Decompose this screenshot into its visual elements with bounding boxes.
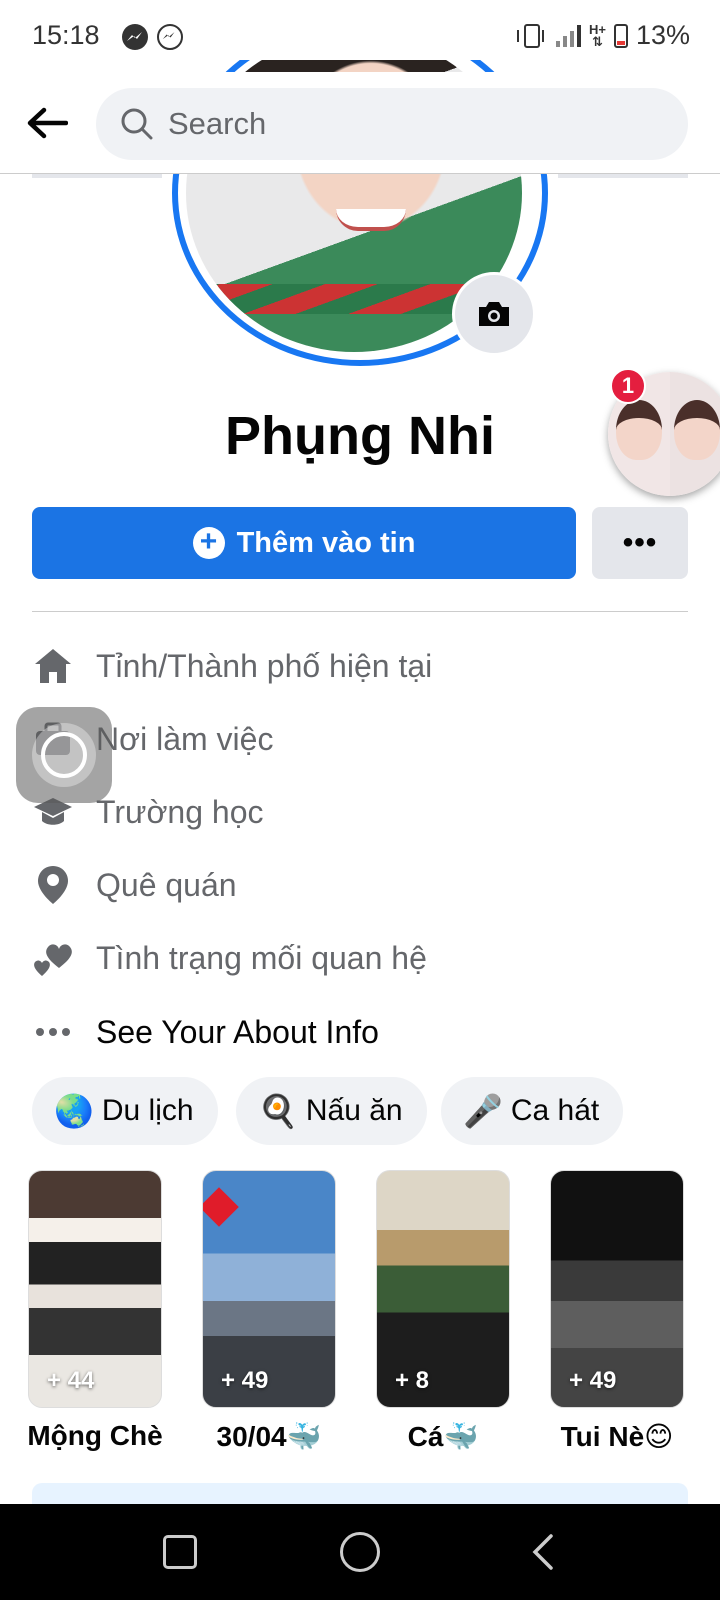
system-back-button[interactable]	[525, 1532, 565, 1572]
info-item-workplace[interactable]: Nơi làm việc	[32, 709, 688, 769]
hearts-icon	[32, 937, 74, 979]
info-item-label: Tỉnh/Thành phố hiện tại	[96, 647, 433, 684]
network-type: H+ ⇅	[588, 21, 606, 49]
signal-icon	[555, 24, 581, 47]
plus-circle-icon: +	[192, 527, 225, 559]
highlight-thumbnail: + 8	[376, 1170, 510, 1408]
highlight-item[interactable]: + 8 Cá🐳	[376, 1170, 510, 1452]
info-item-label: Tình trạng mối quan hệ	[96, 939, 427, 976]
messenger-outline-icon	[157, 24, 183, 50]
battery-icon	[613, 23, 628, 48]
highlight-title: 30/04🐳	[216, 1421, 322, 1452]
heart-sticker	[203, 1187, 239, 1227]
frying-pan-icon: 🍳	[258, 1093, 298, 1129]
highlight-item[interactable]: + 49 Tui Nè😊	[550, 1170, 684, 1452]
hobby-chip-singing[interactable]: 🎤 Ca hát	[441, 1077, 624, 1145]
search-placeholder: Search	[168, 106, 267, 141]
info-item-label: See Your About Info	[96, 1013, 379, 1050]
info-item-school[interactable]: Trường học	[32, 782, 688, 842]
highlight-count: + 8	[395, 1367, 430, 1394]
highlight-count: + 49	[221, 1367, 269, 1394]
status-time: 15:18	[32, 20, 100, 50]
info-item-label: Quê quán	[96, 866, 237, 903]
highlight-count: + 49	[569, 1367, 617, 1394]
vibrate-icon	[516, 23, 544, 48]
back-button[interactable]	[24, 100, 70, 146]
hobby-label: Nấu ăn	[305, 1094, 403, 1127]
assistive-touch-button[interactable]	[16, 707, 112, 803]
hobby-chip-travel[interactable]: 🌏 Du lịch	[32, 1077, 218, 1145]
highlight-thumbnail: + 44	[28, 1170, 162, 1408]
back-arrow-icon	[27, 107, 68, 139]
highlight-item[interactable]: + 49 30/04🐳	[202, 1170, 336, 1452]
messenger-icon	[122, 24, 148, 50]
add-to-story-button[interactable]: + Thêm vào tin	[32, 507, 576, 579]
chat-head-face	[674, 400, 720, 460]
info-item-relationship[interactable]: Tình trạng mối quan hệ	[32, 928, 688, 988]
chat-head-face	[616, 400, 662, 460]
search-icon	[121, 108, 153, 140]
more-dots-icon	[32, 1011, 74, 1053]
highlight-thumbnail: + 49	[202, 1170, 336, 1408]
chevron-left-icon	[532, 1534, 553, 1570]
camera-icon	[479, 302, 509, 326]
hobby-label: Du lịch	[101, 1094, 194, 1127]
location-pin-icon	[32, 864, 74, 906]
recent-apps-button[interactable]	[163, 1535, 197, 1569]
divider	[32, 611, 688, 612]
globe-icon: 🌏	[54, 1093, 94, 1129]
highlight-title: Tui Nè😊	[560, 1421, 674, 1452]
highlight-title: Mộng Chè	[27, 1420, 163, 1451]
hobby-label: Ca hát	[510, 1094, 600, 1127]
more-options-button[interactable]: •••	[592, 507, 688, 579]
hobby-chip-cooking[interactable]: 🍳 Nấu ăn	[236, 1077, 427, 1145]
system-navigation-bar	[0, 1504, 720, 1600]
status-indicators: H+ ⇅ 13%	[516, 20, 690, 51]
highlight-item[interactable]: + 44 Mộng Chè	[27, 1170, 163, 1451]
home-button[interactable]	[340, 1532, 380, 1572]
highlight-title: Cá🐳	[407, 1421, 479, 1452]
add-to-story-label: Thêm vào tin	[236, 526, 416, 559]
microphone-icon: 🎤	[463, 1093, 503, 1129]
change-avatar-camera-button[interactable]	[452, 272, 536, 356]
battery-percent: 13%	[635, 20, 690, 50]
top-bar: Search	[0, 72, 720, 174]
info-item-current-city[interactable]: Tỉnh/Thành phố hiện tại	[32, 636, 688, 696]
see-about-info-link[interactable]: See Your About Info	[32, 1002, 688, 1062]
chat-head-badge: 1	[610, 368, 646, 404]
home-icon	[32, 645, 74, 687]
info-item-label: Nơi làm việc	[96, 720, 274, 757]
avatar-smile	[336, 209, 406, 231]
info-item-label: Trường học	[96, 793, 264, 830]
highlight-thumbnail: + 49	[550, 1170, 684, 1408]
info-item-hometown[interactable]: Quê quán	[32, 855, 688, 915]
highlight-count: + 44	[47, 1367, 95, 1394]
search-input[interactable]: Search	[96, 88, 688, 160]
